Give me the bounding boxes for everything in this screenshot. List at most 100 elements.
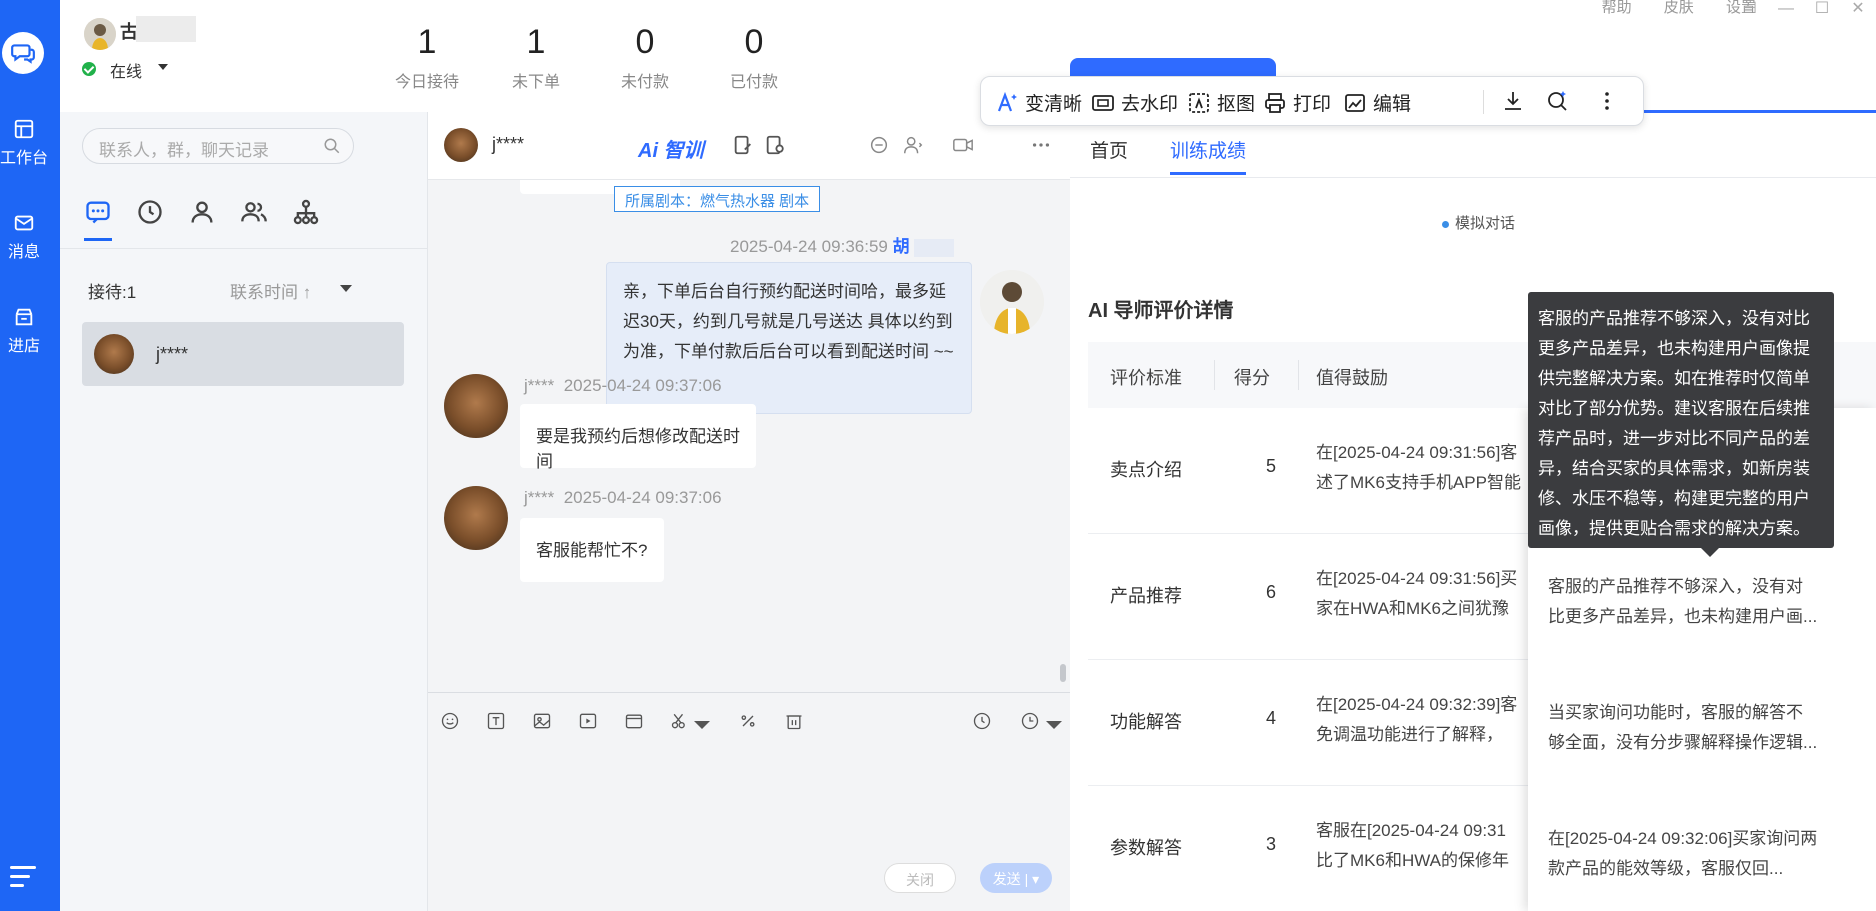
- maximize-icon[interactable]: ☐: [1804, 0, 1840, 18]
- history-icon[interactable]: [972, 711, 992, 731]
- nav-store[interactable]: 进店: [0, 306, 48, 356]
- scissors-icon[interactable]: [670, 711, 690, 731]
- chat-header: j**** Ai 智训: [428, 112, 1070, 180]
- emoji-icon[interactable]: [440, 711, 460, 731]
- tab-contacts[interactable]: [188, 198, 218, 228]
- tab-groups[interactable]: [240, 198, 270, 228]
- column-header: 得分: [1234, 368, 1270, 388]
- message-meta: j**** 2025-04-24 09:37:06: [524, 376, 722, 396]
- close-chat-button[interactable]: 关闭: [884, 863, 956, 893]
- message-sender: j****: [524, 376, 555, 395]
- chevron-down-icon[interactable]: [340, 285, 352, 292]
- chat-scrollbar[interactable]: [1060, 664, 1066, 682]
- chat-bubble-icon: [86, 201, 110, 224]
- more-chat-icon[interactable]: [868, 134, 890, 156]
- search-icon[interactable]: [323, 137, 341, 155]
- discount-icon[interactable]: [738, 711, 758, 731]
- praise: 在[2025-04-24 09:32:39]客 免调温功能进行了解释，: [1316, 690, 1526, 750]
- transfer-user-icon[interactable]: [902, 134, 924, 156]
- status-selector[interactable]: 在线: [110, 58, 142, 82]
- tab-conversations[interactable]: [84, 198, 114, 241]
- image-icon[interactable]: [532, 711, 552, 731]
- customer-avatar: [444, 374, 508, 438]
- suggestion-cell[interactable]: 客服的产品推荐不够深入，没有对 比更多产品差异，也未构建用户画...: [1548, 572, 1858, 632]
- pin-icon[interactable]: ⊣: [1732, 0, 1768, 18]
- suggestion-line: 当买家询问功能时，客服的解答不: [1548, 703, 1803, 722]
- stat-label: 已付款: [729, 74, 778, 91]
- enhance-button[interactable]: 变清晰: [995, 89, 1082, 116]
- contact-list-item[interactable]: j****: [82, 322, 404, 386]
- remove-watermark-button[interactable]: 去水印: [1091, 89, 1178, 116]
- tab-home[interactable]: 首页: [1090, 136, 1128, 163]
- skin-link[interactable]: 皮肤: [1664, 0, 1694, 16]
- ai-training-button[interactable]: Ai 智训: [638, 134, 704, 163]
- nav-messages[interactable]: 消息: [0, 212, 48, 262]
- video-play-icon[interactable]: [578, 711, 598, 731]
- praise: 在[2025-04-24 09:31:56]客 述了MK6支持手机APP智能: [1316, 438, 1526, 498]
- praise-line: 家在HWA和MK6之间犹豫: [1316, 599, 1509, 618]
- stat-value: 1: [417, 23, 437, 61]
- ai-search-icon[interactable]: [1545, 89, 1569, 113]
- chat-logo-icon[interactable]: [2, 32, 44, 74]
- stat-value: 0: [635, 23, 655, 61]
- print-button[interactable]: 打印: [1263, 89, 1331, 116]
- suggestion-tooltip: 客服的产品推荐不够深入，没有对比更多产品差异，也未构建用户画像提供完整解决方案。…: [1528, 292, 1834, 557]
- mail-icon: [14, 215, 34, 231]
- search-input[interactable]: 联系人，群，聊天记录: [82, 128, 354, 164]
- trash-icon[interactable]: [784, 711, 804, 731]
- divider: [60, 248, 428, 249]
- praise-line: 述了MK6支持手机APP智能: [1316, 473, 1521, 492]
- send-button[interactable]: 发送 | ▾: [980, 863, 1052, 893]
- tab-training-results[interactable]: 训练成绩: [1170, 136, 1247, 175]
- nav-workbench[interactable]: 工作台: [0, 118, 48, 168]
- stat-today-reception: 1 今日接待: [372, 22, 482, 92]
- note-edit-icon[interactable]: [732, 134, 754, 156]
- watermark-icon: [1092, 94, 1114, 111]
- chevron-down-icon[interactable]: [158, 64, 168, 70]
- stat-paid: 0 已付款: [699, 22, 809, 92]
- stat-label: 未下单: [511, 74, 560, 91]
- ai-sparkle-icon: [997, 91, 1017, 111]
- simulated-dialog-chip[interactable]: 模拟对话: [1442, 212, 1515, 233]
- download-icon[interactable]: [1501, 89, 1525, 113]
- clock-icon: [138, 200, 162, 224]
- sort-selector[interactable]: 联系时间 ↑: [230, 278, 311, 303]
- menu-icon[interactable]: [10, 866, 36, 893]
- praise-line: 在[2025-04-24 09:31:56]买: [1316, 569, 1518, 588]
- message-meta: j**** 2025-04-24 09:37:06: [524, 488, 722, 508]
- suggestion-cell[interactable]: 在[2025-04-24 09:32:06]买家询问两 款产品的能效等级，客服仅回…: [1548, 824, 1858, 884]
- users-icon: [241, 202, 267, 222]
- criterion: 产品推荐: [1110, 586, 1182, 606]
- more-options-icon[interactable]: [1030, 134, 1052, 156]
- chevron-down-icon[interactable]: [1044, 715, 1062, 735]
- schedule-icon[interactable]: [1020, 711, 1040, 731]
- more-vertical-icon[interactable]: [1595, 89, 1619, 113]
- chat-contact-avatar[interactable]: [444, 128, 478, 162]
- my-avatar[interactable]: [84, 18, 116, 50]
- suggestion-cell[interactable]: 当买家询问功能时，客服的解答不 够全面，没有分步骤解释操作逻辑...: [1548, 698, 1858, 758]
- image-toolbar: 变清晰 去水印 抠图 打印 编辑: [980, 76, 1644, 126]
- tab-history[interactable]: [136, 198, 166, 228]
- document-settings-icon[interactable]: [764, 134, 786, 156]
- chevron-down-icon[interactable]: [692, 715, 710, 735]
- folder-icon[interactable]: [624, 711, 644, 731]
- cutout-icon: [1189, 92, 1209, 113]
- help-link[interactable]: 帮助: [1602, 0, 1632, 16]
- message-sender: 胡: [892, 237, 910, 256]
- name-redaction: [136, 16, 196, 42]
- cutout-button[interactable]: 抠图: [1187, 89, 1255, 116]
- video-icon[interactable]: [952, 134, 974, 156]
- stat-value: 0: [744, 23, 764, 61]
- suggestion-line: 客服的产品推荐不够深入，没有对: [1548, 577, 1803, 596]
- text-format-icon[interactable]: [486, 711, 506, 731]
- close-icon[interactable]: ✕: [1840, 0, 1876, 18]
- tab-organization[interactable]: [292, 198, 322, 228]
- score: 5: [1265, 456, 1276, 476]
- edit-button[interactable]: 编辑: [1343, 89, 1411, 116]
- message-meta: 2025-04-24 09:36:59 胡: [730, 232, 954, 257]
- praise-line: 免调温功能进行了解释，: [1316, 725, 1503, 744]
- contact-avatar: [94, 334, 134, 374]
- message-time: 2025-04-24 09:37:06: [563, 488, 722, 507]
- minimize-icon[interactable]: —: [1768, 0, 1804, 18]
- message-composer[interactable]: 关闭 发送 | ▾: [428, 692, 1070, 911]
